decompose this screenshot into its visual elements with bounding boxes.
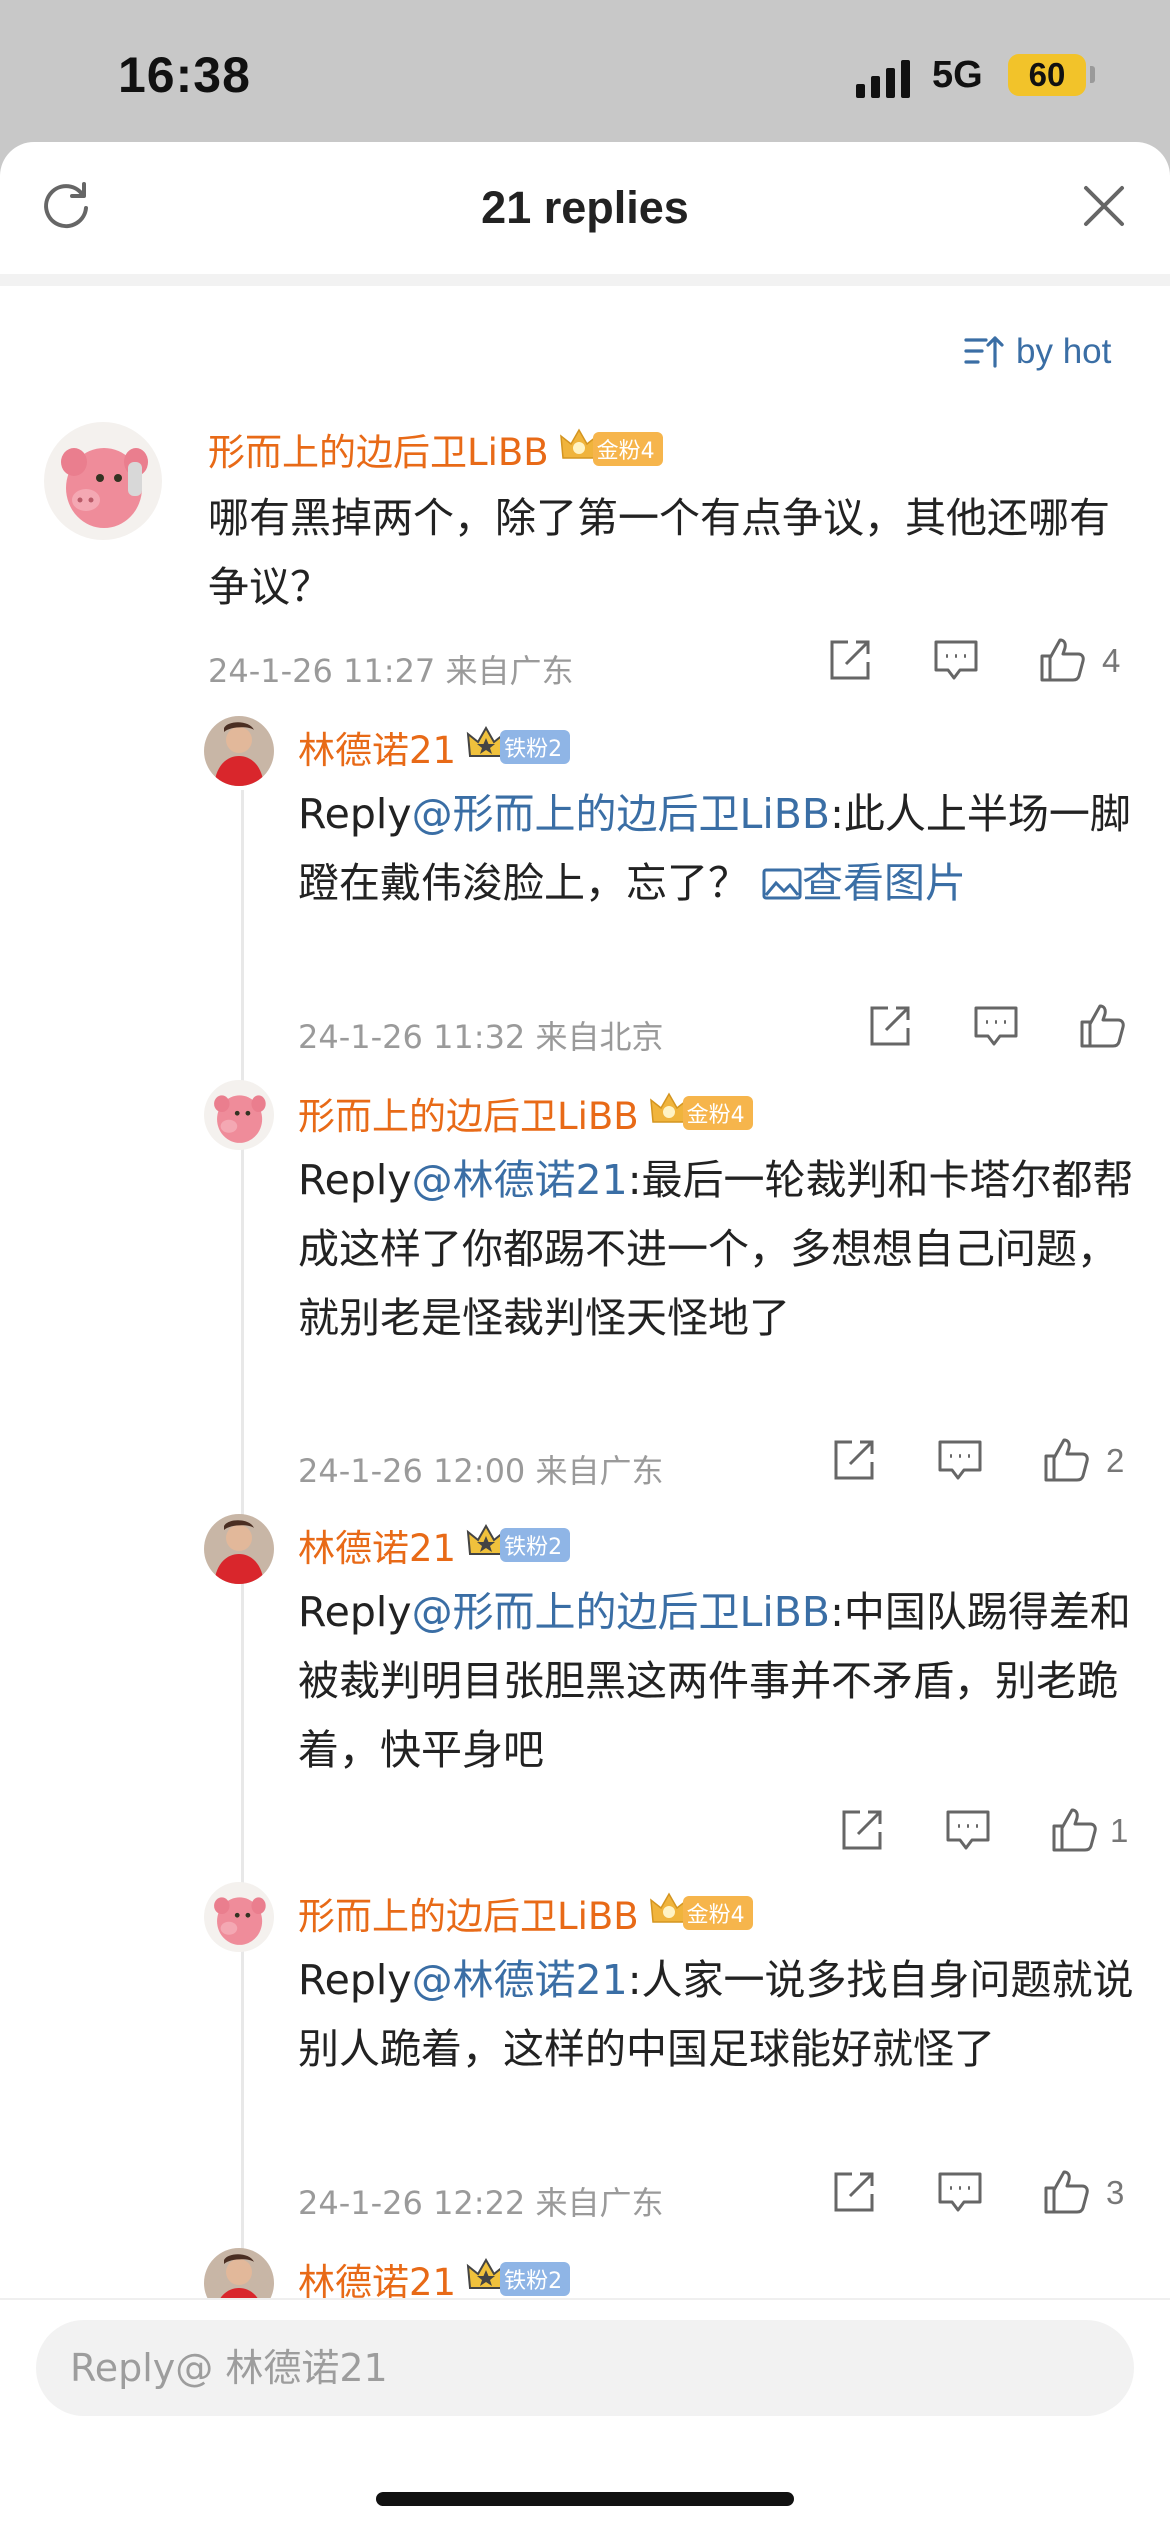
- username-text: 形而上的边后卫LiBB: [298, 1095, 639, 1138]
- like-icon[interactable]: [1038, 636, 1086, 684]
- comment-actions: 2: [830, 1436, 1150, 1492]
- sheet-header: 21 replies: [0, 142, 1170, 274]
- comment-actions: 4: [826, 636, 1146, 692]
- like-icon[interactable]: [1078, 1002, 1126, 1050]
- pig-avatar-image: [204, 1882, 274, 1952]
- network-type: 5G: [932, 54, 983, 96]
- reply-input[interactable]: [36, 2320, 1134, 2416]
- avatar[interactable]: [204, 716, 274, 786]
- comment-username[interactable]: 林德诺21 铁粉2: [298, 1518, 571, 1572]
- comment-meta: 24-1-26 11:27 来自广东: [208, 652, 574, 690]
- comment-actions: 3: [830, 2168, 1150, 2224]
- username-text: 形而上的边后卫LiBB: [208, 431, 549, 474]
- comment-username[interactable]: 林德诺21 铁粉2: [298, 720, 571, 774]
- comment-username[interactable]: 形而上的边后卫LiBB 金粉4: [298, 1086, 753, 1140]
- avatar[interactable]: [44, 422, 162, 540]
- username-text: 林德诺21: [298, 729, 457, 772]
- status-bar: 16:38 5G 60: [0, 0, 1170, 150]
- pig-avatar-image: [44, 422, 162, 540]
- comment-icon[interactable]: [936, 1436, 984, 1484]
- comment-meta: 24-1-26 11:32 来自北京: [298, 1018, 664, 1056]
- home-indicator: [376, 2492, 794, 2506]
- sort-icon: [964, 336, 1004, 368]
- image-icon: [762, 868, 802, 900]
- comment-text: Reply@林德诺21:人家一说多找自身问题就说别人跪着，这样的中国足球能好就怪…: [298, 1946, 1138, 2084]
- header-divider: [0, 274, 1170, 286]
- mention-link[interactable]: @形而上的边后卫LiBB: [412, 790, 831, 838]
- avatar[interactable]: [204, 1882, 274, 1952]
- sort-by-hot-button[interactable]: by hot: [964, 324, 1111, 380]
- comment-icon[interactable]: [972, 1002, 1020, 1050]
- reply-prefix: Reply: [298, 1956, 412, 2004]
- comment-actions: [866, 1002, 1146, 1058]
- player-avatar-image: [204, 716, 274, 786]
- mention-link[interactable]: @林德诺21: [412, 1956, 628, 2004]
- comment-text: Reply@形而上的边后卫LiBB:中国队踢得差和被裁判明目张胆黑这两件事并不矛…: [298, 1578, 1138, 1785]
- player-avatar-image: [204, 1514, 274, 1584]
- like-count: 4: [1102, 642, 1121, 679]
- status-time: 16:38: [118, 47, 251, 103]
- comment-text: 哪有黑掉两个，除了第一个有点争议，其他还哪有争议？: [208, 484, 1128, 622]
- share-icon[interactable]: [866, 1002, 914, 1050]
- comment-text: Reply@形而上的边后卫LiBB:此人上半场一脚蹬在戴伟浚脸上，忘了？ 查看图…: [298, 780, 1138, 918]
- like-icon[interactable]: [1042, 1436, 1090, 1484]
- sheet-title: 21 replies: [481, 182, 689, 233]
- comment-icon[interactable]: [936, 2168, 984, 2216]
- close-icon[interactable]: [1080, 182, 1128, 230]
- avatar[interactable]: [204, 1514, 274, 1584]
- fan-level-badge: 金粉4: [682, 1896, 753, 1930]
- battery-icon: 60: [1008, 54, 1086, 96]
- sort-label: by hot: [1016, 332, 1112, 371]
- view-image-link[interactable]: 查看图片: [762, 859, 966, 907]
- comment-text: Reply@林德诺21:最后一轮裁判和卡塔尔都帮成这样了你都踢不进一个，多想想自…: [298, 1146, 1138, 1353]
- like-count: 1: [1110, 1812, 1129, 1849]
- fan-level-badge: 铁粉2: [500, 2262, 571, 2296]
- like-count: 2: [1106, 1442, 1125, 1479]
- reply-prefix: Reply: [298, 1156, 412, 1204]
- comment-icon[interactable]: [944, 1806, 992, 1854]
- comment-meta: 24-1-26 12:22 来自广东: [298, 2184, 664, 2222]
- view-image-label: 查看图片: [802, 859, 967, 907]
- like-icon[interactable]: [1042, 2168, 1090, 2216]
- avatar[interactable]: [204, 1080, 274, 1150]
- comment-username[interactable]: 形而上的边后卫LiBB 金粉4: [298, 1886, 753, 1940]
- battery-level: 60: [1028, 56, 1066, 93]
- comment-icon[interactable]: [932, 636, 980, 684]
- like-count: 3: [1106, 2174, 1125, 2211]
- reply-prefix: Reply: [298, 1588, 412, 1636]
- username-text: 林德诺21: [298, 1527, 457, 1570]
- share-icon[interactable]: [838, 1806, 886, 1854]
- comment-body: 哪有黑掉两个，除了第一个有点争议，其他还哪有争议？: [208, 494, 1110, 611]
- cellular-signal-icon: [856, 58, 914, 98]
- comment-meta: 24-1-26 12:00 来自广东: [298, 1452, 664, 1490]
- share-icon[interactable]: [830, 1436, 878, 1484]
- mention-link[interactable]: @形而上的边后卫LiBB: [412, 1588, 831, 1636]
- pig-avatar-image: [204, 1080, 274, 1150]
- like-icon[interactable]: [1050, 1806, 1098, 1854]
- username-text: 形而上的边后卫LiBB: [298, 1895, 639, 1938]
- share-icon[interactable]: [826, 636, 874, 684]
- fan-level-badge: 金粉4: [682, 1096, 753, 1130]
- share-icon[interactable]: [830, 2168, 878, 2216]
- comment-username[interactable]: 形而上的边后卫LiBB 金粉4: [208, 422, 663, 476]
- mention-link[interactable]: @林德诺21: [412, 1156, 628, 1204]
- fan-level-badge: 铁粉2: [500, 1528, 571, 1562]
- reply-prefix: Reply: [298, 790, 412, 838]
- fan-level-badge: 铁粉2: [500, 730, 571, 764]
- battery-nub: [1090, 66, 1095, 83]
- fan-level-badge: 金粉4: [592, 432, 663, 466]
- comment-actions: 1: [838, 1806, 1158, 1862]
